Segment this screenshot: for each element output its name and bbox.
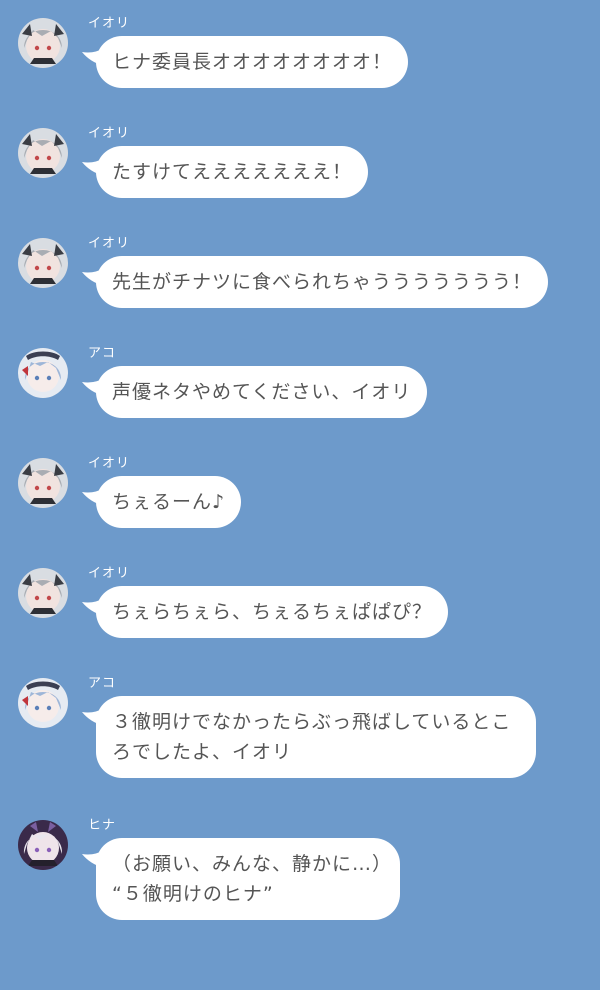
sender-name: イオリ: [88, 566, 131, 581]
message-bubble[interactable]: たすけてえええええええ！: [96, 146, 369, 198]
sender-name: ヒナ: [88, 818, 117, 833]
message-bubble[interactable]: 先生がチナツに食べられちゃううううううう！: [96, 256, 549, 308]
message-text: 先生がチナツに食べられちゃううううううう！: [112, 271, 533, 293]
message-text: ヒナ委員長オオオオオオオオ！: [112, 51, 393, 73]
iori-avatar[interactable]: [18, 238, 68, 288]
message-text-line: ろでしたよ、イオリ: [112, 741, 293, 763]
message-bubble[interactable]: （お願い、みんな、静かに…） “５徹明けのヒナ”: [96, 838, 400, 920]
ako-avatar[interactable]: [18, 678, 68, 728]
ako-avatar[interactable]: [18, 348, 68, 398]
iori-avatar[interactable]: [18, 458, 68, 508]
iori-avatar[interactable]: [18, 18, 68, 68]
message-text-line: ３徹明けでなかったらぶっ飛ばしているとこ: [112, 711, 512, 733]
sender-name: イオリ: [88, 16, 131, 31]
message-bubble[interactable]: ヒナ委員長オオオオオオオオ！: [96, 36, 409, 88]
message-text-line: “５徹明けのヒナ”: [112, 883, 274, 905]
sender-name: イオリ: [88, 126, 131, 141]
message-bubble[interactable]: ちぇらちぇら、ちぇるちぇぱぱぴ？: [96, 586, 449, 638]
message-text: 声優ネタやめてください、イオリ: [112, 381, 412, 403]
sender-name: イオリ: [88, 456, 131, 471]
sender-name: イオリ: [88, 236, 131, 251]
message-bubble[interactable]: ３徹明けでなかったらぶっ飛ばしているとこ ろでしたよ、イオリ: [96, 696, 536, 778]
iori-avatar[interactable]: [18, 128, 68, 178]
message-bubble[interactable]: ちぇるーん♪: [96, 476, 242, 528]
hina-avatar[interactable]: [18, 820, 68, 870]
sender-name: アコ: [88, 676, 117, 691]
message-text: ちぇるーん♪: [112, 491, 226, 513]
message-text: ちぇらちぇら、ちぇるちぇぱぱぴ？: [112, 601, 433, 623]
iori-avatar[interactable]: [18, 568, 68, 618]
message-bubble[interactable]: 声優ネタやめてください、イオリ: [96, 366, 428, 418]
sender-name: アコ: [88, 346, 117, 361]
chat-log: イオリ ヒナ委員長オオオオオオオオ！ イオリ たすけてえええええええ！ イオリ …: [0, 0, 600, 990]
message-text: たすけてえええええええ！: [112, 161, 353, 183]
message-text-line: （お願い、みんな、静かに…）: [112, 853, 393, 875]
